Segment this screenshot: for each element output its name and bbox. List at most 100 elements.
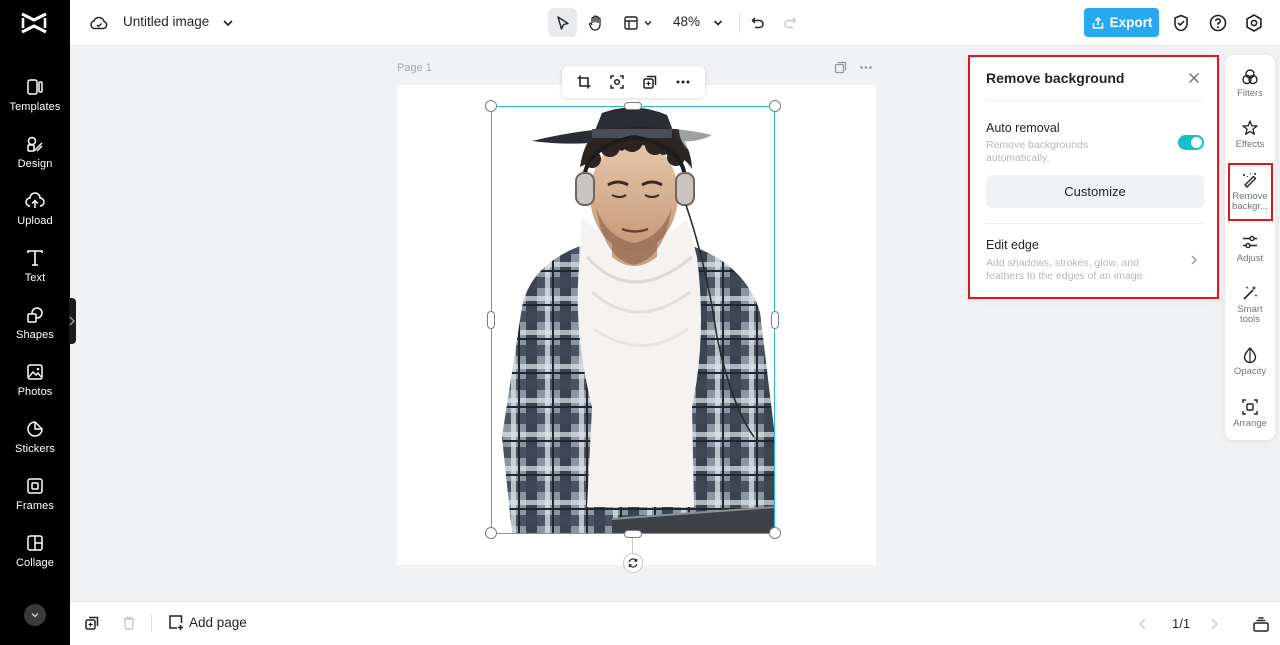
chevron-left-icon (1139, 618, 1146, 630)
chevron-right-icon (1211, 618, 1218, 630)
prev-page-button[interactable] (1137, 617, 1149, 631)
redo-button[interactable] (779, 8, 801, 37)
duplicate-button[interactable] (640, 72, 660, 92)
layers-button[interactable] (1252, 615, 1270, 633)
tool-smart-tools[interactable]: Smart tools (1225, 284, 1275, 325)
export-icon (1092, 16, 1103, 29)
cloud-icon[interactable] (89, 13, 109, 33)
sidebar-item-label: Collage (15, 557, 54, 569)
edit-edge-row[interactable]: Edit edge Add shadows, strokes, glow, an… (970, 229, 1217, 289)
sidebar-item-photos[interactable]: Photos (0, 356, 70, 406)
hand-tool-button[interactable] (581, 8, 610, 37)
zoom-dropdown-button[interactable] (708, 8, 728, 37)
rotate-connector (632, 538, 633, 553)
tool-filters[interactable]: Filters (1225, 68, 1275, 99)
trash-icon (123, 616, 135, 630)
page-count: 1/1 (1172, 616, 1191, 631)
duplicate-icon (643, 75, 657, 89)
sidebar-item-design[interactable]: Design (0, 128, 70, 178)
resize-handle-top-right[interactable] (769, 100, 781, 112)
sidebar-item-templates[interactable]: Templates (0, 71, 70, 121)
sidebar-item-text[interactable]: Text (0, 242, 70, 292)
zoom-level[interactable]: 48% (673, 14, 700, 29)
panel-divider (986, 223, 1203, 224)
resize-handle-top[interactable] (624, 102, 642, 110)
more-icon (676, 80, 690, 84)
tool-adjust[interactable]: Adjust (1225, 233, 1275, 264)
export-button[interactable]: Export (1084, 8, 1159, 37)
duplicate-icon (85, 616, 99, 630)
toolbar-divider (739, 13, 740, 33)
add-page-button[interactable]: Add page (168, 614, 247, 630)
tool-effects[interactable]: Effects (1225, 119, 1275, 150)
collage-icon (25, 533, 45, 553)
sidebar-item-upload[interactable]: Upload (0, 185, 70, 235)
tool-opacity[interactable]: Opacity (1225, 346, 1275, 377)
text-icon (25, 248, 45, 268)
delete-page-button[interactable] (121, 615, 137, 631)
bottom-bar: Add page 1/1 (70, 601, 1280, 645)
sidebar-expand-button[interactable] (24, 604, 46, 626)
sidebar-item-label: Templates (9, 101, 61, 113)
tool-remove-background[interactable]: Remove backgr... (1225, 171, 1275, 212)
page-more-icon[interactable] (859, 61, 873, 74)
tool-label: backgr... (1232, 201, 1268, 212)
opacity-icon (1241, 346, 1259, 364)
arrange-icon (1241, 398, 1259, 416)
edit-edge-title: Edit edge (986, 238, 1039, 252)
more-options-button[interactable] (673, 72, 693, 92)
duplicate-page-button[interactable] (84, 615, 100, 631)
help-icon[interactable] (1208, 13, 1228, 33)
auto-removal-title: Auto removal (986, 121, 1060, 135)
hand-icon (588, 14, 601, 31)
close-icon[interactable] (1187, 71, 1201, 85)
smart-cutout-button[interactable] (607, 72, 627, 92)
left-sidebar: Templates Design Upload Text Shapes Phot… (0, 0, 70, 645)
select-tool-button[interactable] (548, 8, 577, 37)
chevron-down-icon (31, 613, 39, 618)
undo-button[interactable] (747, 8, 769, 37)
auto-removal-toggle[interactable] (1178, 135, 1204, 150)
tool-label: tools (1239, 314, 1261, 325)
crop-button[interactable] (574, 72, 594, 92)
crop-icon (577, 75, 591, 89)
photos-icon (25, 362, 45, 382)
sidebar-item-shapes[interactable]: Shapes (0, 299, 70, 349)
resize-handle-bottom-right[interactable] (769, 527, 781, 539)
customize-button[interactable]: Customize (986, 175, 1204, 208)
capcut-logo[interactable] (20, 10, 48, 36)
edit-edge-desc-line2: feathers to the edges of an image. (986, 270, 1146, 282)
resize-handle-right[interactable] (771, 311, 779, 329)
duplicate-page-icon[interactable] (834, 61, 847, 74)
photo-element[interactable] (492, 107, 775, 533)
design-icon (25, 134, 45, 154)
templates-icon (25, 77, 45, 97)
rotate-handle[interactable] (623, 553, 643, 573)
layout-dropdown-button[interactable] (620, 8, 656, 37)
edit-edge-desc-line1: Add shadows, strokes, glow, and (986, 257, 1139, 269)
resize-handle-left[interactable] (487, 311, 495, 329)
resize-handle-bottom-left[interactable] (485, 527, 497, 539)
sidebar-item-collage[interactable]: Collage (0, 527, 70, 577)
tool-label: Filters (1237, 88, 1263, 99)
magic-wand-icon (1241, 284, 1259, 302)
resize-handle-bottom[interactable] (624, 530, 642, 538)
resize-handle-top-left[interactable] (485, 100, 497, 112)
sidebar-item-frames[interactable]: Frames (0, 470, 70, 520)
remove-background-panel: Remove background Auto removal Remove ba… (970, 57, 1217, 297)
title-chevron-down-icon[interactable] (220, 15, 236, 31)
sidebar-item-stickers[interactable]: Stickers (0, 413, 70, 463)
adjust-icon (1241, 233, 1259, 251)
tool-arrange[interactable]: Arrange (1225, 398, 1275, 429)
magic-eraser-icon (1241, 171, 1259, 189)
shield-icon[interactable] (1171, 13, 1191, 33)
top-bar: Untitled image 48% Export (70, 0, 1280, 46)
settings-icon[interactable] (1244, 13, 1264, 33)
next-page-button[interactable] (1208, 617, 1220, 631)
sidebar-collapse-handle[interactable] (69, 298, 76, 344)
cutout-icon (610, 75, 624, 89)
document-title[interactable]: Untitled image (123, 14, 209, 29)
right-tool-strip: Filters Effects Remove backgr... Adjust … (1225, 55, 1275, 440)
auto-removal-desc-line2: automatically. (986, 152, 1050, 164)
tool-label: Effects (1235, 139, 1265, 150)
